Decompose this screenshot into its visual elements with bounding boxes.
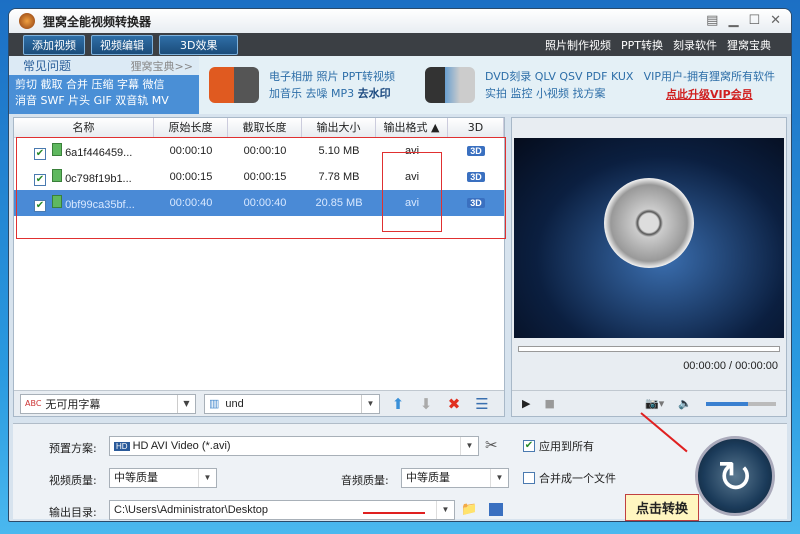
banner-links-3[interactable]: DVD刻录 QLV QSV PDF KUX [485,68,633,85]
table-header: 名称 原始长度 截取长度 输出大小 输出格式 ▲ 3D [14,118,504,138]
col-3d[interactable]: 3D [448,118,504,137]
convert-button[interactable]: ↻ [695,436,775,516]
link-ppt[interactable]: PPT转换 [621,37,663,53]
maximize-icon[interactable]: ☐ [748,13,760,28]
annotation-box-format [382,152,442,232]
link-guide[interactable]: 狸窝宝典 [727,37,771,53]
time-display: 00:00:00 / 00:00:00 [683,360,778,372]
apply-all-checkbox[interactable]: ✔ 应用到所有 [523,438,594,454]
add-video-button[interactable]: 添加视频 [23,34,85,55]
output-dir-label: 输出目录: [49,506,97,519]
move-up-icon[interactable]: ⬆ [388,395,408,413]
faq-title: 常见问题 [23,59,72,73]
volume-icon[interactable]: 🔈 [678,397,692,410]
subtitle-icon: ABC [25,399,42,408]
audio-icon: ▥ [209,398,220,410]
banner-links-2[interactable]: 加音乐 去噪 MP3 [269,87,358,100]
col-clip-length[interactable]: 截取长度 [228,118,302,137]
open-folder-icon[interactable] [489,503,503,516]
seek-bar[interactable] [518,346,780,352]
faq-links-1[interactable]: 剪切 截取 合并 压缩 字幕 微信 [15,77,193,93]
snapshot-icon[interactable]: 📷▾ [645,397,664,410]
col-orig-length[interactable]: 原始长度 [154,118,228,137]
annotation-arrow-convert [640,412,688,453]
minimize-icon[interactable]: ▁ [728,13,738,28]
ppt-reel-icon [209,67,259,103]
vip-upgrade-link[interactable]: 点此升级VIP会员 [666,88,753,101]
col-output-format[interactable]: 输出格式 ▲ [376,118,448,137]
audio-quality-label: 音频质量: [341,474,389,487]
move-down-icon[interactable]: ⬇ [416,395,436,413]
close-icon[interactable]: ✕ [770,13,781,28]
faq-more-link[interactable]: 狸窝宝典>> [131,58,193,74]
vip-text: VIP用户-拥有狸窝所有软件 [643,70,775,83]
toolbar: 添加视频 视频编辑 3D效果 照片制作视频 PPT转换 刻录软件 狸窝宝典 [9,33,791,56]
settings-panel: 预置方案: HD HD AVI Video (*.avi) ▼ ✂ ✔ 应用到所有 视… [13,412,787,521]
banner-links-1[interactable]: 电子相册 照片 PPT转视频 [269,68,395,85]
preset-settings-icon[interactable]: ✂ [485,436,498,454]
file-list: 名称 原始长度 截取长度 输出大小 输出格式 ▲ 3D ✔ 6a1f446459… [13,117,506,417]
subtitle-select[interactable]: ABC 无可用字幕 ▼ [20,393,196,414]
watermark-link[interactable]: 去水印 [358,87,391,100]
banner-links-4[interactable]: 实拍 监控 小视频 找方案 [485,85,633,102]
link-burn[interactable]: 刻录软件 [673,37,717,53]
delete-icon[interactable]: ✖ [444,395,464,413]
preset-label: 预置方案: [49,442,97,455]
ad-banner: 常见问题 狸窝宝典>> 剪切 截取 合并 压缩 字幕 微信 消音 SWF 片头 GI… [9,56,791,114]
video-preview [514,138,784,338]
output-dir-input[interactable]: C:\Users\Administrator\Desktop ▼ [109,500,455,520]
browse-folder-icon[interactable]: 📁 [461,502,477,517]
merge-checkbox[interactable]: 合并成一个文件 [523,470,616,486]
audio-track-select[interactable]: ▥ und ▼ [204,393,380,414]
clear-list-icon[interactable]: ☰ [472,395,492,413]
audio-quality-select[interactable]: 中等质量 ▼ [401,468,509,488]
preview-panel: 00:00:00 / 00:00:00 ▶ ■ 📷▾ 🔈 [511,117,787,417]
convert-tip: 点击转换 [624,494,699,521]
app-window: 狸窝全能视频转换器 ▤ ▁ ☐ ✕ 添加视频 视频编辑 3D效果 照片制作视频 … [8,8,792,522]
col-name[interactable]: 名称 [14,118,154,137]
play-icon[interactable]: ▶ [522,397,530,410]
stop-icon[interactable]: ■ [544,397,554,410]
menu-icon[interactable]: ▤ [706,13,718,28]
film-reel-icon [604,178,694,268]
link-photo-video[interactable]: 照片制作视频 [545,37,611,53]
col-output-size[interactable]: 输出大小 [302,118,376,137]
volume-slider[interactable] [706,401,776,406]
video-quality-label: 视频质量: [49,474,97,487]
phone-dvd-icon [424,67,475,103]
hd-icon: HD [114,442,130,451]
edit-video-button[interactable]: 视频编辑 [91,34,153,55]
title-bar: 狸窝全能视频转换器 ▤ ▁ ☐ ✕ [9,9,791,33]
video-quality-select[interactable]: 中等质量 ▼ [109,468,217,488]
preset-select[interactable]: HD HD AVI Video (*.avi) ▼ [109,436,479,456]
app-title: 狸窝全能视频转换器 [43,14,152,29]
annotation-arrow-output [363,512,425,514]
faq-links-2[interactable]: 消音 SWF 片头 GIF 双音轨 MV [15,93,193,109]
3d-effect-button[interactable]: 3D效果 [159,34,239,55]
app-logo-icon [19,13,35,29]
